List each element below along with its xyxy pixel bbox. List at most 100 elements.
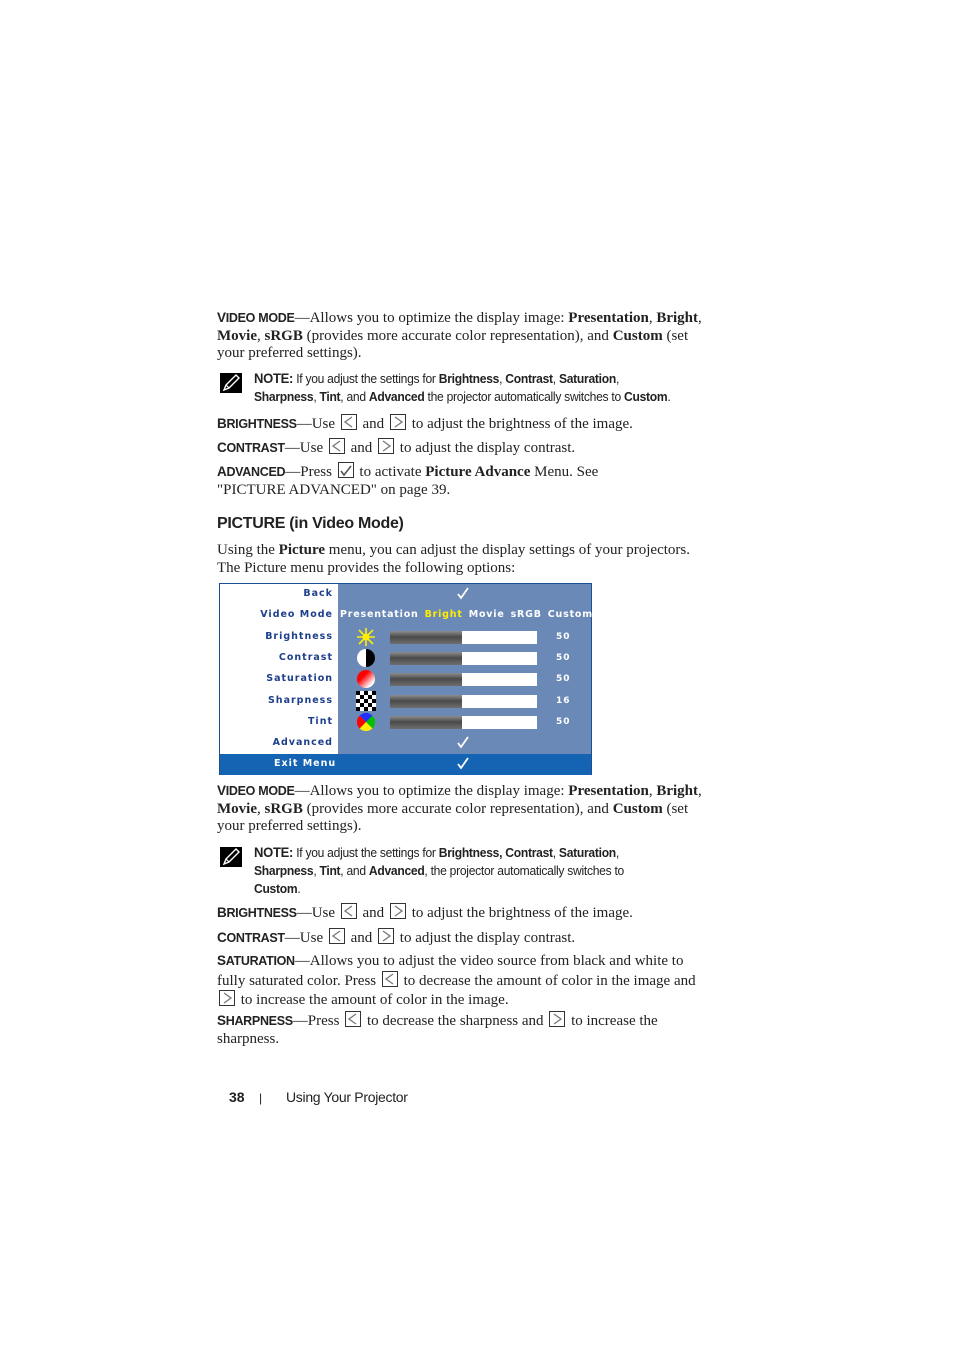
term-initial: S <box>217 953 226 968</box>
slider-fill <box>390 630 463 644</box>
text-run: to adjust the brightness of the image. <box>407 416 633 432</box>
osd-label: Video Mode <box>260 609 333 621</box>
term-label: Advanced <box>217 464 286 479</box>
text-run: —Allows you to optimize the display imag… <box>294 783 569 799</box>
brightness-sun-icon <box>356 627 376 647</box>
picture-osd-menu: Back Video Mode Presentation Bright Movie sRG… <box>219 583 592 775</box>
text-run: . <box>667 389 671 404</box>
right-arrow-key-icon <box>378 438 395 454</box>
slider-fill <box>390 673 463 687</box>
osd-row-advanced[interactable]: Advanced <box>220 733 591 754</box>
bold-term: Custom <box>612 800 663 817</box>
note-text: NOTE: If you adjust the settings for Bri… <box>254 369 691 406</box>
contrast-paragraph: Contrast—Use and to adjust the display c… <box>217 928 709 948</box>
bold-term: Presentation <box>568 310 649 326</box>
right-arrow-key-icon <box>549 1011 566 1027</box>
right-arrow-key-icon <box>389 903 406 919</box>
osd-row-saturation[interactable]: Saturation 50 <box>220 669 591 690</box>
slider-bar[interactable] <box>390 694 537 708</box>
text-run: —Press <box>292 1013 344 1029</box>
left-arrow-key-icon <box>381 970 398 987</box>
bold-term: Sharpness <box>254 389 314 404</box>
section-heading: PICTURE (in Video Mode) <box>217 515 404 532</box>
bold-term: Custom <box>612 327 663 344</box>
osd-row-exit-menu[interactable]: Exit Menu <box>220 754 591 775</box>
slider-bar[interactable] <box>390 715 537 729</box>
sharpness-paragraph: Sharpness—Press to decrease the sharpnes… <box>217 1011 717 1048</box>
text-run: , the projector automatically switches t… <box>424 863 625 878</box>
video-mode-option[interactable]: Presentation <box>340 609 419 620</box>
text-run: If you adjust the settings for <box>293 845 439 860</box>
slider-bar[interactable] <box>390 651 537 665</box>
text-run: to adjust the brightness of the image. <box>407 905 633 921</box>
term-initial: A <box>217 464 227 479</box>
term-initial: C <box>217 440 227 455</box>
text-run: —Use <box>296 905 339 921</box>
slider-value: 50 <box>556 674 571 685</box>
bold-term: Saturation <box>558 845 616 860</box>
term-label: Brightness <box>217 416 297 431</box>
term-label: Contrast <box>217 440 285 455</box>
slider-bar[interactable] <box>390 630 537 644</box>
note-pencil-icon <box>220 847 242 867</box>
text-run: —Use <box>284 930 327 946</box>
osd-row-back[interactable]: Back <box>220 584 591 605</box>
footer-separator: | <box>259 1091 263 1105</box>
text-run: Using the <box>217 542 279 558</box>
video-mode-options: Presentation Bright Movie sRGB Custom <box>340 609 599 620</box>
bold-term: Bright <box>656 310 698 326</box>
video-mode-paragraph: Video mode—Allows you to optimize the di… <box>217 309 709 363</box>
left-arrow-key-icon <box>328 438 345 454</box>
text-run: to adjust the display contrast. <box>396 440 576 456</box>
text-run: (provides more accurate color representa… <box>302 800 613 817</box>
slider-value: 50 <box>556 652 571 663</box>
term-initial: B <box>217 416 227 431</box>
term-initial: V <box>217 310 226 325</box>
bold-term: Tint <box>319 863 341 878</box>
left-arrow-key-icon <box>340 414 357 430</box>
video-mode-option[interactable]: Custom <box>548 609 593 620</box>
video-mode-option[interactable]: Movie <box>469 609 505 620</box>
bold-term: Custom <box>624 389 668 404</box>
osd-label: Brightness <box>265 630 333 642</box>
osd-row-tint[interactable]: Tint 50 <box>220 712 591 733</box>
text-run: , <box>615 845 620 860</box>
checkmark-icon <box>456 586 470 600</box>
osd-row-contrast[interactable]: Contrast 50 <box>220 648 591 669</box>
footer-section-title: Using Your Projector <box>286 1089 408 1105</box>
osd-row-sharpness[interactable]: Sharpness 16 <box>220 690 591 712</box>
bold-term: Contrast <box>505 371 553 386</box>
bold-term: Brightness <box>438 371 500 386</box>
text-run: If you adjust the settings for <box>293 371 439 386</box>
intro-paragraph: Using the Picture menu, you can adjust t… <box>217 542 709 577</box>
text-run: and <box>358 905 388 921</box>
saturation-paragraph: Saturation—Allows you to adjust the vide… <box>217 952 709 1010</box>
osd-label: Saturation <box>266 673 333 685</box>
osd-row-brightness[interactable]: Brightness 50 <box>220 627 591 648</box>
text-run: , and <box>340 863 369 878</box>
term-label: Contrast <box>217 930 285 945</box>
bold-term: Presentation <box>568 783 649 799</box>
term-label: Brightness <box>217 905 297 920</box>
text-run: to adjust the display contrast. <box>396 930 576 946</box>
bold-term: Picture <box>278 542 326 558</box>
bold-term: Picture Advance <box>425 464 531 480</box>
text-run: to activate <box>355 464 426 480</box>
osd-row-video-mode[interactable]: Video Mode Presentation Bright Movie sRGB Cus… <box>220 605 592 626</box>
bold-term: Custom <box>254 881 298 896</box>
contrast-paragraph: Contrast—Use and to adjust the display c… <box>217 438 709 458</box>
slider-bar[interactable] <box>390 673 537 687</box>
video-mode-option[interactable]: sRGB <box>511 609 542 620</box>
term-label: Video mode <box>217 783 295 798</box>
video-mode-option[interactable]: Bright <box>425 609 463 620</box>
text-run: . <box>297 881 301 896</box>
note-label: NOTE: <box>254 844 294 860</box>
osd-label: Contrast <box>278 651 333 663</box>
text-run: to increase the amount of color in the i… <box>237 992 509 1009</box>
note-pencil-icon <box>220 373 242 393</box>
slider-fill <box>390 715 463 729</box>
term-initial: V <box>217 783 226 798</box>
bold-term: sRGB <box>264 327 303 344</box>
text-run: —Press <box>285 464 336 480</box>
text-run: to decrease the amount of color in the i… <box>399 972 696 989</box>
